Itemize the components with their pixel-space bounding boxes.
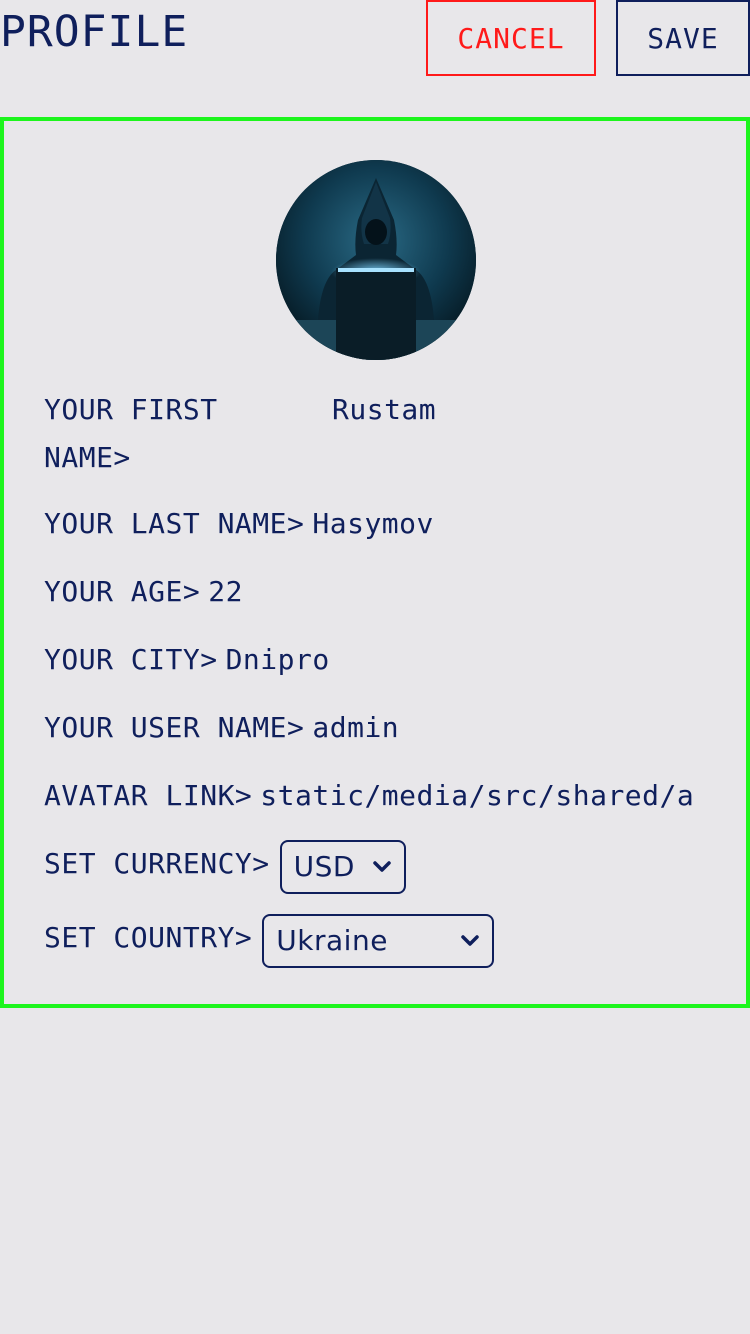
last-name-row: YOUR LAST NAME> Hasymov [44, 500, 434, 548]
country-select[interactable]: Ukraine [262, 914, 495, 968]
avatar-link-value[interactable]: static/media/src/shared/a [260, 772, 694, 820]
age-value[interactable]: 22 [208, 568, 243, 616]
avatar [276, 160, 476, 360]
currency-label: SET CURRENCY> [44, 847, 270, 880]
chevron-down-icon [461, 935, 480, 946]
age-label: YOUR AGE> [44, 575, 201, 608]
hacker-avatar-icon [276, 160, 476, 360]
first-name-label: YOUR FIRST NAME> [44, 393, 218, 474]
country-row: SET COUNTRY> Ukraine [44, 914, 495, 968]
user-name-value[interactable]: admin [312, 704, 399, 752]
currency-select[interactable]: USD [279, 840, 406, 894]
last-name-value[interactable]: Hasymov [312, 500, 434, 548]
save-button[interactable]: SAVE [616, 0, 750, 76]
country-label: SET COUNTRY> [44, 921, 253, 954]
first-name-row: YOUR FIRST NAME> Rustam [44, 386, 436, 482]
last-name-label: YOUR LAST NAME> [44, 507, 305, 540]
currency-selected: USD [293, 850, 355, 883]
age-row: YOUR AGE> 22 [44, 568, 243, 616]
city-value[interactable]: Dnipro [226, 636, 330, 684]
page-title: PROFILE [0, 7, 189, 57]
profile-card: YOUR FIRST NAME> Rustam YOUR LAST NAME> … [0, 117, 750, 1008]
city-label: YOUR CITY> [44, 643, 218, 676]
user-name-label: YOUR USER NAME> [44, 711, 305, 744]
cancel-button[interactable]: CANCEL [426, 0, 596, 76]
avatar-link-label: AVATAR LINK> [44, 779, 253, 812]
country-selected: Ukraine [276, 924, 388, 957]
profile-page: PROFILE CANCEL SAVE YOUR FIRST NAME> Rus… [0, 0, 750, 1334]
user-name-row: YOUR USER NAME> admin [44, 704, 399, 752]
avatar-link-row: AVATAR LINK> static/media/src/shared/a [44, 772, 694, 820]
first-name-value[interactable]: Rustam [332, 386, 436, 434]
chevron-down-icon [372, 861, 391, 872]
city-row: YOUR CITY> Dnipro [44, 636, 330, 684]
currency-row: SET CURRENCY> USD [44, 840, 406, 894]
